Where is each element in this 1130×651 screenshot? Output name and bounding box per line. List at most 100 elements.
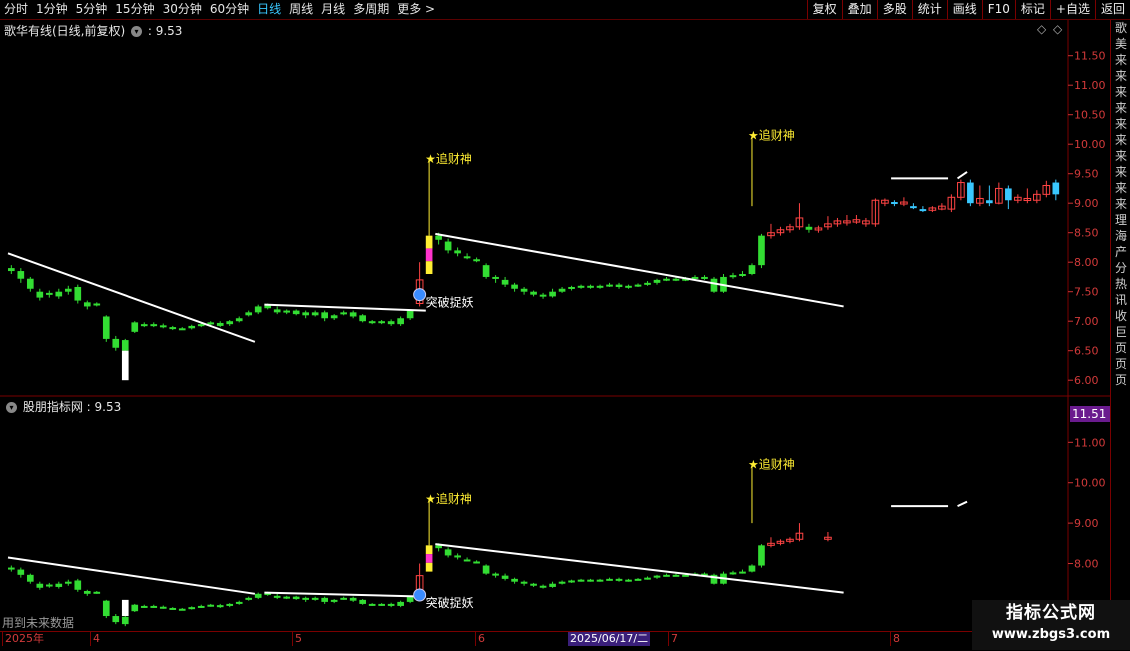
tab-1[interactable]: 1分钟 [32,0,72,19]
candle-body [150,605,158,608]
tupo-label: 突破捉妖 [426,595,474,610]
candle-body [577,579,585,582]
sidebar-item[interactable]: 海 [1111,228,1130,244]
candle-body [577,285,585,288]
sidebar-item[interactable]: 来 [1111,52,1130,68]
candle-body [387,603,395,606]
sidebar-item[interactable]: 产 [1111,244,1130,260]
candle-body [530,291,537,295]
candle-body [748,565,756,572]
ytick-label: 11.00 [1074,436,1106,449]
candle-signal [425,261,433,274]
zhuicaishen-label: ★追财神 [425,151,472,166]
candle-body [321,597,328,602]
sidebar-item[interactable]: 页 [1111,372,1130,388]
candle-body [26,278,34,289]
sidebar-item[interactable]: 页 [1111,356,1130,372]
tab-6[interactable]: 日线 [253,0,285,19]
sidebar-item[interactable]: 来 [1111,132,1130,148]
candle-body [891,202,898,205]
candle-body [539,585,547,588]
tab-0[interactable]: 分时 [0,0,32,19]
candle-signal [425,545,433,555]
tool-button-0[interactable]: 复权 [806,0,842,19]
tool-button-7[interactable]: +自选 [1049,0,1095,19]
sidebar-item[interactable]: 巨 [1111,324,1130,340]
trend-line [435,232,844,308]
trend-line [264,591,426,598]
candle-body [900,201,908,205]
candle-body [254,306,262,313]
dropdown-circle-icon[interactable]: ▾ [6,402,17,413]
trend-line [956,171,968,180]
candle-body [273,595,281,598]
tab-4[interactable]: 30分钟 [159,0,206,19]
candle-body [653,575,661,578]
tool-button-2[interactable]: 多股 [876,0,912,19]
tool-button-5[interactable]: F10 [981,0,1015,19]
candle-body [406,596,414,602]
candle-body [843,220,851,224]
candle-body [682,278,689,281]
expand-icon[interactable]: ◇ [1053,22,1062,36]
candle-body [121,616,129,625]
candle-body [710,278,718,292]
sidebar-item[interactable]: 来 [1111,100,1130,116]
low-marker [121,350,129,381]
candle-body [397,601,404,606]
sidebar-item[interactable]: 歌 [1111,20,1130,36]
candle-body [8,268,15,272]
tool-button-6[interactable]: 标记 [1014,0,1050,19]
candle-body [824,223,832,228]
tab-9[interactable]: 多周期 [349,0,393,19]
tab-2[interactable]: 5分钟 [72,0,112,19]
sidebar-item[interactable]: 收 [1111,308,1130,324]
candle-body [245,312,253,316]
candle-body [986,200,993,204]
sidebar-item[interactable]: 来 [1111,180,1130,196]
ytick-label: 9.50 [1074,168,1099,181]
candle-body [216,322,224,326]
sidebar-item[interactable]: 理 [1111,212,1130,228]
candle-body [758,545,765,566]
sidebar-item[interactable]: 来 [1111,84,1130,100]
diamond-icon[interactable]: ◇ [1037,22,1046,36]
candle-body [947,196,956,210]
candle-body [112,338,120,348]
tool-button-3[interactable]: 统计 [911,0,947,19]
candle-body [340,312,347,315]
candle-body [226,603,234,606]
candle-body [1023,197,1032,201]
tab-5[interactable]: 60分钟 [206,0,253,19]
sidebar-item[interactable]: 来 [1111,164,1130,180]
sidebar-item[interactable]: 来 [1111,196,1130,212]
sidebar-item[interactable]: 页 [1111,340,1130,356]
tool-button-1[interactable]: 叠加 [841,0,877,19]
dropdown-circle-icon[interactable]: ▾ [131,26,143,37]
candle-body [862,220,870,225]
tool-button-8[interactable]: 返回 [1094,0,1130,19]
candle-body [283,596,291,599]
candle-body [435,545,442,549]
stock-sidebar[interactable]: 歌美来来来来来来来来来来理海产分热讯收巨页页页 [1110,20,1130,630]
tab-8[interactable]: 月线 [317,0,349,19]
date-tick: 2025年 [2,632,44,646]
sidebar-item[interactable]: 来 [1111,116,1130,132]
zhuicaishen-label: ★追财神 [425,491,472,506]
candle-body [359,599,366,604]
sidebar-item[interactable]: 讯 [1111,292,1130,308]
sidebar-item[interactable]: 分 [1111,260,1130,276]
candle-body [102,316,110,339]
candle-body [786,226,794,231]
candle-body [74,286,82,301]
tab-3[interactable]: 15分钟 [111,0,158,19]
tab-7[interactable]: 周线 [285,0,317,19]
candle-body [511,284,518,289]
sidebar-item[interactable]: 来 [1111,68,1130,84]
tab-10[interactable]: 更多 > [393,0,439,19]
candle-body [720,573,727,584]
sidebar-item[interactable]: 热 [1111,276,1130,292]
sidebar-item[interactable]: 美 [1111,36,1130,52]
sidebar-item[interactable]: 来 [1111,148,1130,164]
tool-button-4[interactable]: 画线 [946,0,982,19]
